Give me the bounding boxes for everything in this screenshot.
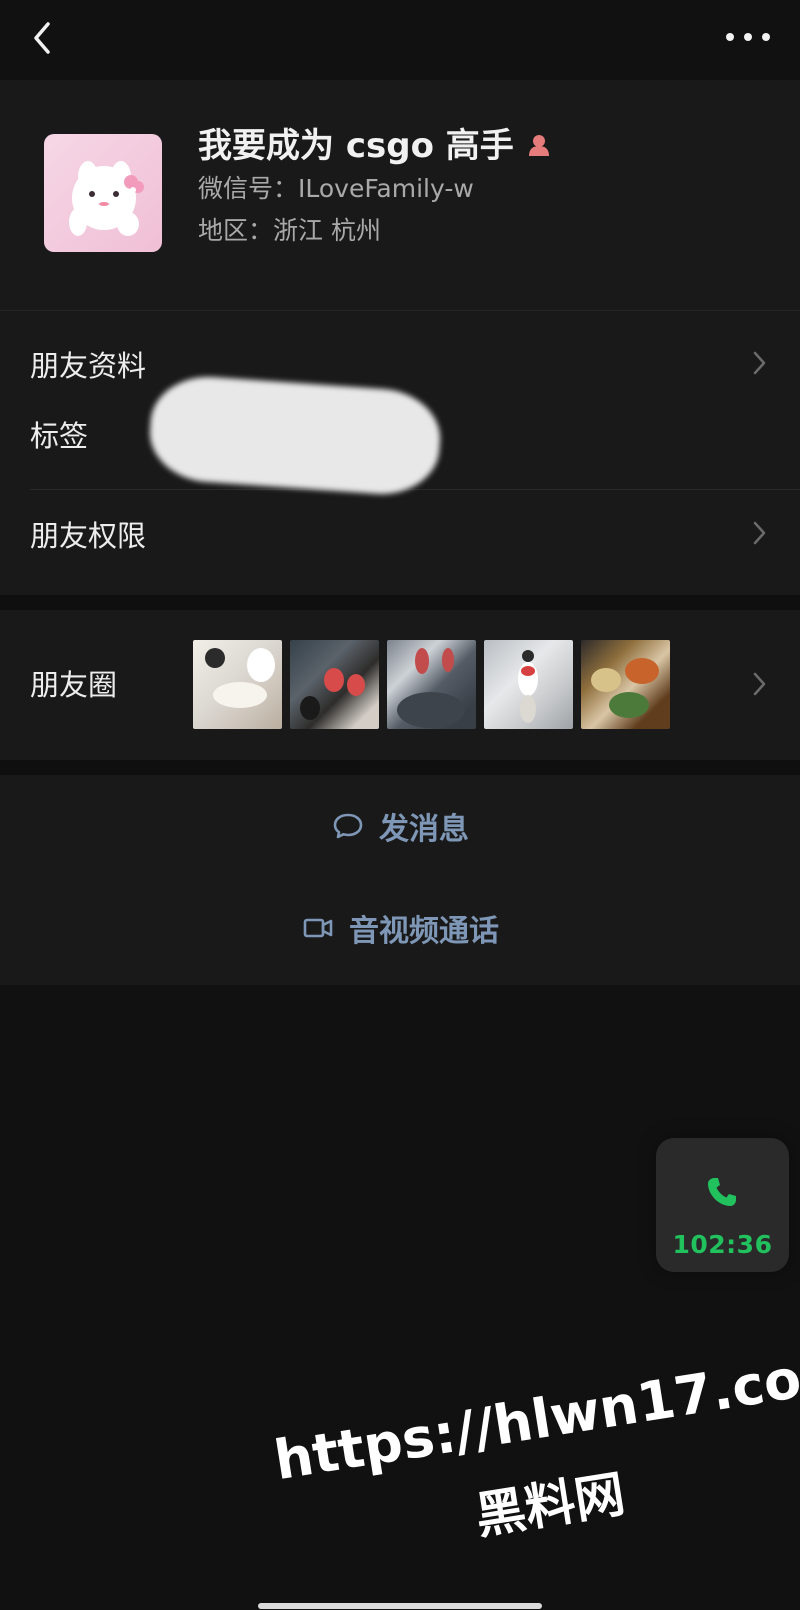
watermark: https://hlwn17.com 黑料网 [270,1338,800,1578]
home-indicator [258,1603,542,1609]
display-name: 我要成为 csgo 高手 [198,124,760,168]
chevron-right-icon[interactable] [752,670,768,698]
moments-thumbnails [193,640,670,729]
moment-thumbnail[interactable] [193,640,282,729]
female-icon [528,135,549,156]
cat-avatar-icon [69,161,144,236]
video-call-icon [303,918,333,938]
wechat-id: 微信号：ILoveFamily-w [198,174,474,203]
moment-thumbnail[interactable] [290,640,379,729]
profile-header: 我要成为 csgo 高手 微信号：ILoveFamily-w 地区：浙江 杭州 [0,80,800,310]
profile-info: 我要成为 csgo 高手 微信号：ILoveFamily-w 地区：浙江 杭州 [198,124,760,252]
chevron-right-icon[interactable] [752,519,768,547]
moment-thumbnail[interactable] [484,640,573,729]
tags-label[interactable]: 标签 [30,413,88,455]
moment-thumbnail[interactable] [387,640,476,729]
actions-section: 发消息 音视频通话 [0,775,800,985]
watermark-brand: 黑料网 [471,1464,629,1546]
redaction-smudge [146,373,444,498]
permissions-label[interactable]: 朋友权限 [30,513,146,555]
moments-label[interactable]: 朋友圈 [30,662,117,704]
av-call-button[interactable]: 音视频通话 [0,893,800,963]
more-icon[interactable] [722,22,774,52]
region: 地区：浙江 杭州 [198,216,381,245]
call-timer: 102:36 [672,1230,773,1259]
back-icon[interactable] [24,18,64,58]
av-call-label: 音视频通话 [349,914,499,949]
section-gap [0,595,800,610]
send-message-button[interactable]: 发消息 [0,791,800,861]
friend-info-label[interactable]: 朋友资料 [30,343,146,385]
moments-section[interactable]: 朋友圈 [0,610,800,760]
avatar[interactable] [44,134,162,252]
chevron-right-icon[interactable] [752,349,768,377]
section-gap [0,760,800,775]
floating-call-window[interactable]: 102:36 [656,1138,789,1272]
moment-thumbnail[interactable] [581,640,670,729]
chat-bubble-icon [333,813,363,839]
top-bar [0,0,800,80]
phone-icon [708,1178,736,1206]
send-message-label: 发消息 [379,812,469,847]
divider [30,489,800,490]
